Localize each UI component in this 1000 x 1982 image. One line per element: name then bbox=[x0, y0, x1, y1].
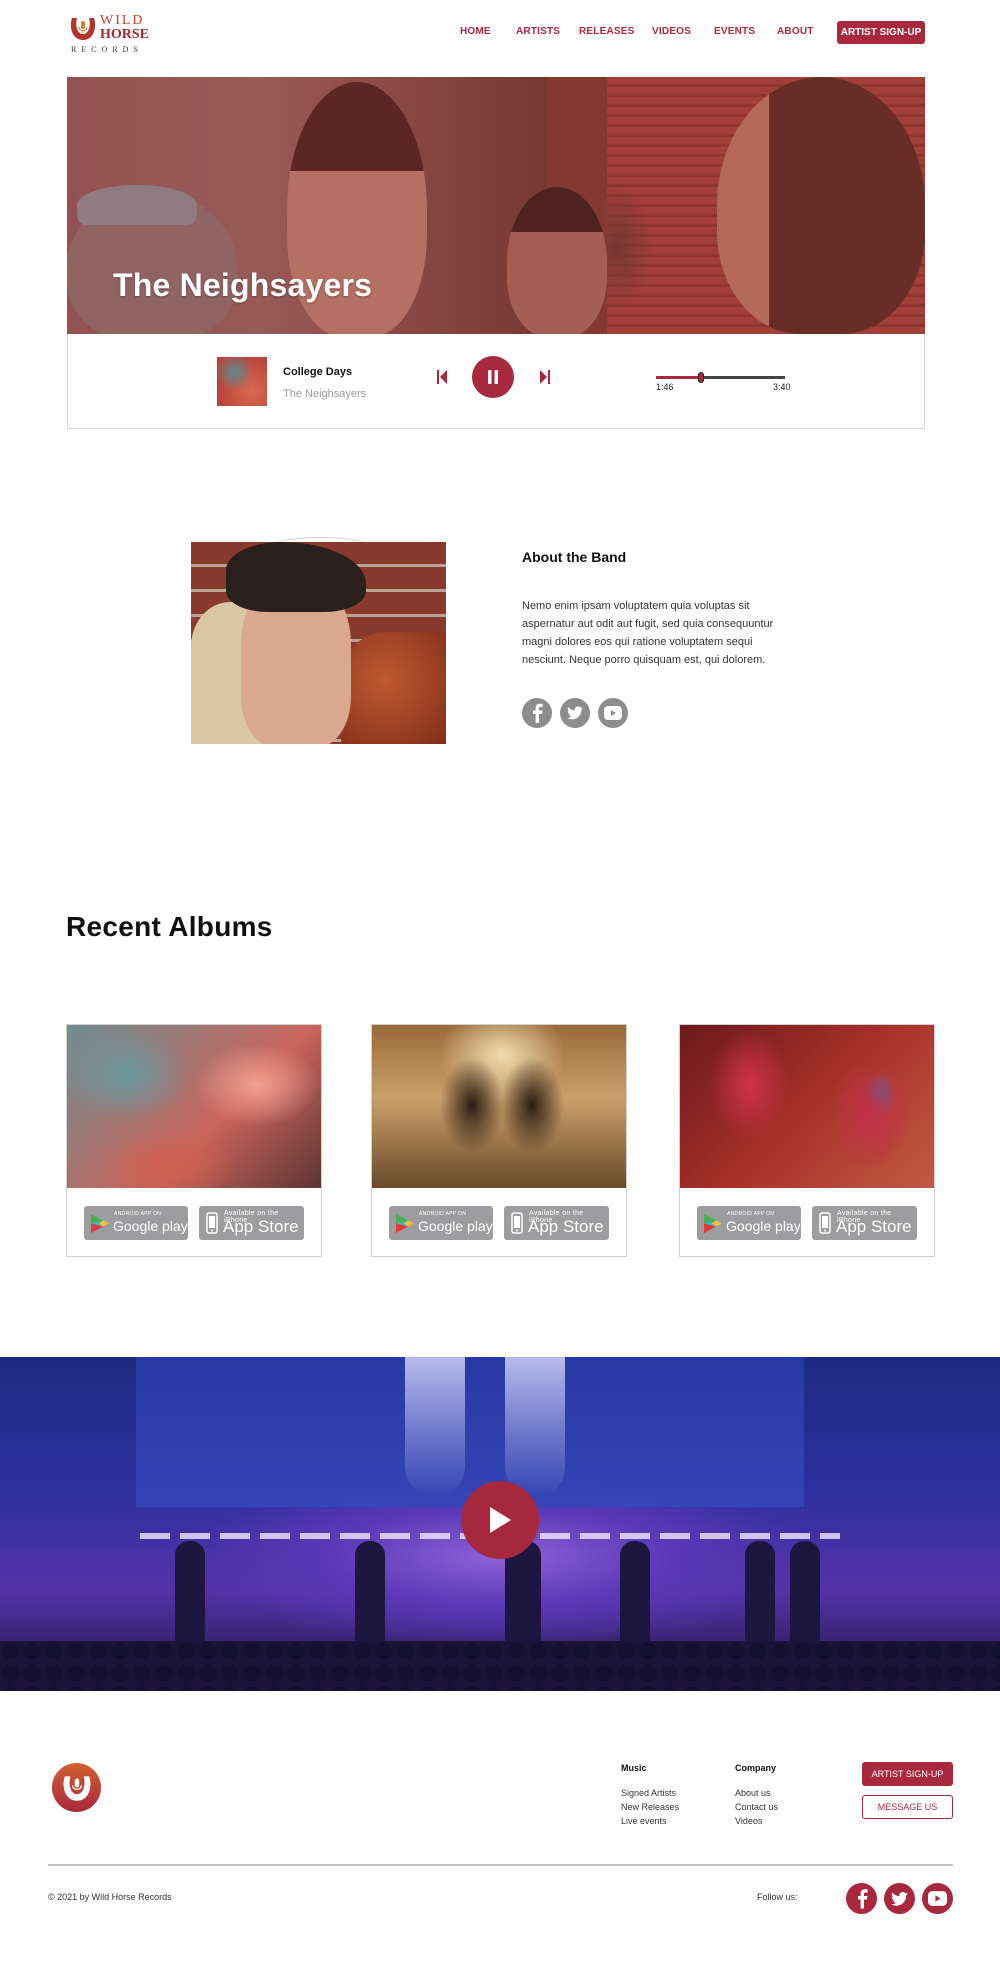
band-member-photo bbox=[191, 542, 446, 744]
google-play-icon bbox=[91, 1214, 109, 1233]
nav-home[interactable]: HOME bbox=[460, 26, 491, 37]
band-name-title: The Neighsayers bbox=[113, 267, 373, 303]
progress-fill bbox=[656, 376, 702, 379]
artist-signup-button[interactable]: ARTIST SIGN-UP bbox=[837, 21, 925, 44]
song-title: College Days bbox=[283, 366, 353, 378]
facebook-link[interactable] bbox=[522, 698, 552, 728]
footer-link-live-events[interactable]: Live events bbox=[621, 1816, 667, 1826]
nav-videos[interactable]: VIDEOS bbox=[652, 26, 691, 37]
twitter-icon bbox=[891, 1891, 908, 1906]
album-card: ANDROID APP ON Google play Available on … bbox=[66, 1024, 322, 1257]
about-text: Nemo enim ipsam voluptatem quia voluptas… bbox=[522, 600, 774, 666]
google-badge-text: Google play bbox=[726, 1218, 801, 1234]
current-time: 1:46 bbox=[656, 382, 674, 392]
google-play-icon bbox=[396, 1214, 414, 1233]
iphone-icon bbox=[206, 1212, 218, 1234]
google-badge-text: Google play bbox=[113, 1218, 188, 1234]
album-card: ANDROID APP ON Google play Available on … bbox=[371, 1024, 627, 1257]
footer-divider bbox=[48, 1864, 953, 1866]
progress-bar[interactable] bbox=[656, 372, 785, 383]
app-store-badge[interactable]: Available on the iPhone App Store bbox=[504, 1206, 609, 1240]
album-thumbnail bbox=[217, 357, 267, 406]
play-video-button[interactable] bbox=[461, 1481, 539, 1559]
footer-link-about-us[interactable]: About us bbox=[735, 1788, 771, 1798]
horseshoe-mic-icon bbox=[70, 18, 96, 40]
pause-icon bbox=[488, 370, 498, 384]
nav-releases[interactable]: RELEASES bbox=[579, 26, 635, 37]
footer-facebook-link[interactable] bbox=[846, 1883, 877, 1914]
album-cover-blurred-crowd[interactable] bbox=[372, 1025, 626, 1188]
horseshoe-mic-icon bbox=[63, 1775, 90, 1801]
stage-screen bbox=[136, 1357, 804, 1507]
about-title: About the Band bbox=[522, 549, 627, 565]
logo-text-records: RECORDS bbox=[71, 45, 143, 54]
logo[interactable]: WILD HORSE RECORDS bbox=[69, 13, 149, 57]
album-card: ANDROID APP ON Google play Available on … bbox=[679, 1024, 935, 1257]
concert-video[interactable] bbox=[0, 1357, 1000, 1691]
footer-link-new-releases[interactable]: New Releases bbox=[621, 1802, 679, 1812]
google-play-badge[interactable]: ANDROID APP ON Google play bbox=[389, 1206, 493, 1240]
twitter-icon bbox=[567, 706, 583, 720]
song-artist[interactable]: The Neighsayers bbox=[283, 388, 366, 400]
facebook-icon bbox=[857, 1889, 868, 1909]
nav-artists[interactable]: ARTISTS bbox=[516, 26, 560, 37]
pause-button[interactable] bbox=[472, 356, 514, 398]
iphone-icon bbox=[819, 1212, 831, 1234]
footer-youtube-link[interactable] bbox=[922, 1883, 953, 1914]
app-store-badge[interactable]: Available on the iPhone App Store bbox=[812, 1206, 917, 1240]
next-track-icon[interactable] bbox=[539, 369, 551, 385]
google-badge-text: Google play bbox=[418, 1218, 493, 1234]
iphone-icon bbox=[511, 1212, 523, 1234]
google-play-badge[interactable]: ANDROID APP ON Google play bbox=[84, 1206, 188, 1240]
footer-artist-signup-button[interactable]: ARTIST SIGN-UP bbox=[862, 1762, 953, 1786]
follow-us-label: Follow us: bbox=[757, 1892, 798, 1902]
footer-music-heading: Music bbox=[621, 1763, 647, 1773]
album-cover-red-hands[interactable] bbox=[680, 1025, 934, 1188]
crowd bbox=[0, 1641, 1000, 1691]
logo-text-horse: HORSE bbox=[100, 27, 150, 42]
album-cover-pink-clouds[interactable] bbox=[67, 1025, 321, 1188]
google-play-icon bbox=[704, 1214, 722, 1233]
youtube-icon bbox=[928, 1891, 947, 1906]
footer-logo[interactable] bbox=[52, 1763, 101, 1812]
app-badge-text: App Store bbox=[223, 1217, 299, 1236]
app-badge-text: App Store bbox=[836, 1217, 912, 1236]
google-badge-small-text: ANDROID APP ON bbox=[419, 1211, 467, 1217]
google-play-badge[interactable]: ANDROID APP ON Google play bbox=[697, 1206, 801, 1240]
google-badge-small-text: ANDROID APP ON bbox=[114, 1211, 162, 1217]
google-badge-small-text: ANDROID APP ON bbox=[727, 1211, 775, 1217]
nav-about[interactable]: ABOUT bbox=[777, 26, 814, 37]
recent-albums-title: Recent Albums bbox=[66, 911, 273, 942]
facebook-icon bbox=[533, 703, 543, 723]
footer-link-signed-artists[interactable]: Signed Artists bbox=[621, 1788, 676, 1798]
hero-banner: The Neighsayers bbox=[67, 77, 925, 334]
previous-track-icon[interactable] bbox=[436, 369, 448, 385]
footer-link-videos[interactable]: Videos bbox=[735, 1816, 762, 1826]
total-time: 3:40 bbox=[773, 382, 791, 392]
app-badge-text: App Store bbox=[528, 1217, 604, 1236]
app-store-badge[interactable]: Available on the iPhone App Store bbox=[199, 1206, 304, 1240]
play-icon bbox=[490, 1507, 511, 1533]
footer-twitter-link[interactable] bbox=[884, 1883, 915, 1914]
progress-handle[interactable] bbox=[698, 372, 705, 383]
youtube-icon bbox=[604, 706, 622, 720]
footer-link-contact-us[interactable]: Contact us bbox=[735, 1802, 778, 1812]
nav-events[interactable]: EVENTS bbox=[714, 26, 755, 37]
youtube-link[interactable] bbox=[598, 698, 628, 728]
copyright: © 2021 by Wild Horse Records bbox=[48, 1892, 172, 1902]
twitter-link[interactable] bbox=[560, 698, 590, 728]
footer-company-heading: Company bbox=[735, 1763, 777, 1773]
message-us-button[interactable]: MESSAGE US bbox=[862, 1795, 953, 1819]
